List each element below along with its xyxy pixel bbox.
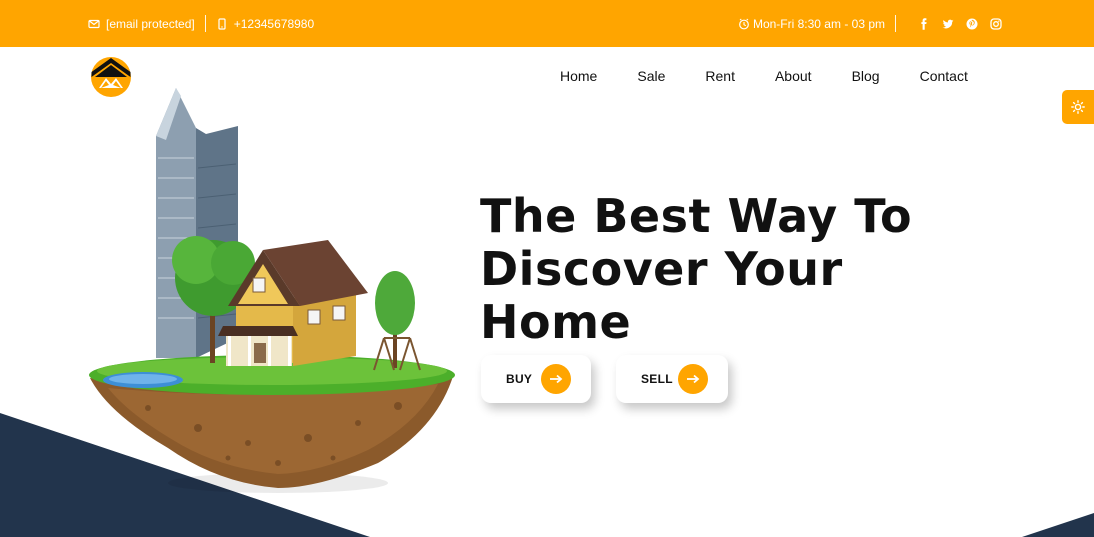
- divider: [895, 15, 896, 32]
- arrow-right-icon: [678, 364, 708, 394]
- top-bar: [email protected] +12345678980 Mon-Fri 8…: [0, 0, 1094, 47]
- twitter-icon[interactable]: [942, 18, 954, 30]
- skyscraper-image: [156, 88, 238, 358]
- divider: [204, 15, 206, 32]
- nav-home[interactable]: Home: [560, 67, 597, 85]
- nav-contact[interactable]: Contact: [920, 67, 968, 85]
- mobile-phone-icon: [218, 17, 226, 30]
- nav-blog[interactable]: Blog: [852, 67, 880, 85]
- buy-button[interactable]: BUY: [481, 355, 591, 403]
- contact-info: [email protected] +12345678980: [88, 15, 314, 32]
- buy-button-label: BUY: [506, 372, 533, 386]
- hero-title-line: Discover Your: [480, 242, 843, 296]
- hero-title-line: Home: [480, 295, 632, 349]
- main-nav: Home Sale Rent About Blog Contact: [560, 67, 968, 85]
- phone-number[interactable]: +12345678980: [234, 17, 314, 31]
- instagram-icon[interactable]: [990, 17, 1002, 30]
- social-links: [906, 17, 1002, 30]
- theme-toggle-button[interactable]: [1062, 90, 1094, 124]
- envelope-icon: [88, 19, 100, 28]
- tree-right: [375, 271, 415, 368]
- nav-about[interactable]: About: [775, 67, 812, 85]
- clock-icon: [739, 18, 749, 29]
- hours-and-social: Mon-Fri 8:30 am - 03 pm: [738, 15, 1002, 32]
- nav-sale[interactable]: Sale: [637, 67, 665, 85]
- hero-title-line: The Best Way To: [480, 189, 913, 243]
- email-link[interactable]: [email protected]: [106, 17, 195, 31]
- sell-button-label: SELL: [641, 372, 673, 386]
- pinterest-icon[interactable]: [966, 18, 978, 30]
- nav-rent[interactable]: Rent: [705, 67, 735, 85]
- facebook-icon[interactable]: [918, 17, 930, 30]
- hero-title: The Best Way To Discover Your Home: [480, 190, 950, 349]
- hero-illustration: [89, 88, 455, 493]
- office-hours: Mon-Fri 8:30 am - 03 pm: [752, 16, 885, 31]
- sun-icon: [1071, 100, 1085, 114]
- arrow-right-icon: [541, 364, 571, 394]
- sell-button[interactable]: SELL: [616, 355, 728, 403]
